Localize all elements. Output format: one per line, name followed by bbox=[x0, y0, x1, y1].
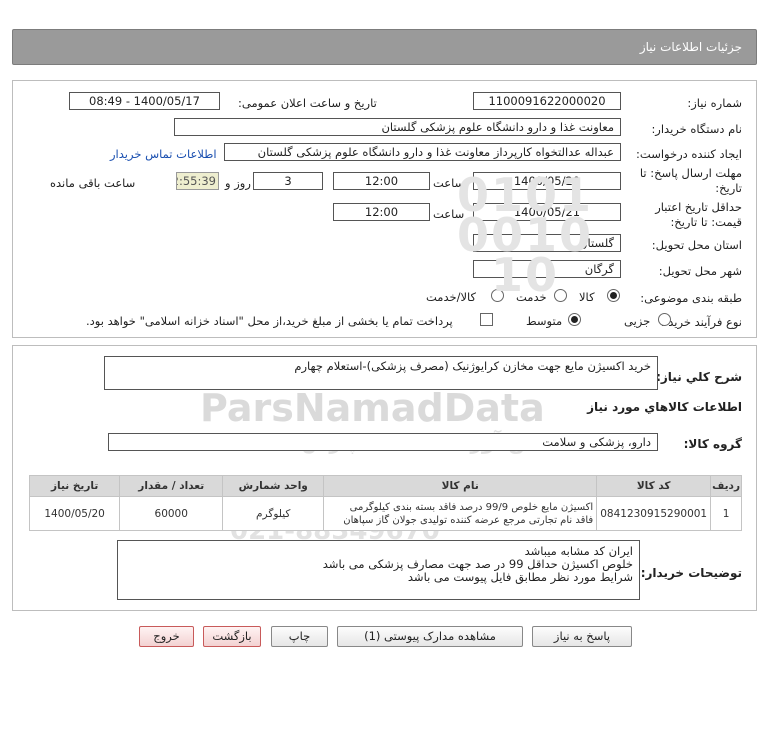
back-button[interactable]: بازگشت bbox=[203, 626, 261, 647]
validity-time-field: 12:00 bbox=[333, 203, 430, 221]
process-option-minor: جزیی bbox=[624, 314, 651, 328]
buyer-contact-link[interactable]: اطلاعات تماس خریدار bbox=[110, 147, 217, 161]
category-radio-goods-service[interactable] bbox=[491, 289, 504, 302]
goods-table: ردیف کد کالا نام کالا واحد شمارش تعداد /… bbox=[28, 475, 742, 531]
attachments-button[interactable]: مشاهده مدارک پیوستی (1) bbox=[337, 626, 523, 647]
cell-name-line1: اکسیژن مایع خلوص 99/9 درصد فاقد بسته بند… bbox=[349, 501, 594, 513]
cell-name: اکسیژن مایع خلوص 99/9 درصد فاقد بسته بند… bbox=[323, 496, 598, 531]
col-date: تاریخ نیاز bbox=[28, 475, 121, 497]
treasury-checkbox[interactable] bbox=[480, 313, 493, 326]
province-label: استان محل تحویل: bbox=[651, 238, 742, 252]
days-label: روز و bbox=[225, 176, 251, 190]
announce-label: تاریخ و ساعت اعلان عمومی: bbox=[238, 96, 377, 110]
remaining-time-clock: 02:55:39 bbox=[176, 172, 219, 190]
col-row: ردیف bbox=[710, 475, 742, 497]
validity-label-2: قیمت: تا تاریخ: bbox=[670, 215, 742, 229]
cell-name-line2: فاقد نام تجارتی مرجع عرضه کننده تولیدی ج… bbox=[343, 514, 594, 526]
deadline-time-label: ساعت bbox=[433, 176, 465, 190]
category-radio-service[interactable] bbox=[554, 289, 567, 302]
exit-button[interactable]: خروج bbox=[139, 626, 194, 647]
cell-row: 1 bbox=[710, 496, 742, 531]
city-label: شهر محل تحویل: bbox=[658, 264, 742, 278]
col-unit: واحد شمارش bbox=[222, 475, 325, 497]
creator-field: عبداله عدالتخواه کارپرداز معاونت غذا و د… bbox=[224, 143, 621, 161]
col-code: کد کالا bbox=[596, 475, 712, 497]
process-radio-minor[interactable] bbox=[658, 313, 671, 326]
buyer-org-field: معاونت غذا و دارو دانشگاه علوم پزشکی گلس… bbox=[174, 118, 621, 136]
treasury-note: پرداخت تمام یا بخشی از مبلغ خرید،از محل … bbox=[86, 314, 453, 328]
creator-label: ایجاد کننده درخواست: bbox=[636, 147, 742, 161]
category-label: طبقه بندی موضوعی: bbox=[640, 291, 742, 305]
buyer-desc-field: ایران کد مشابه میباشد خلوص اکسیژن حداقل … bbox=[117, 540, 640, 600]
process-label: نوع فرآیند خرید : bbox=[660, 315, 742, 329]
province-field: گلستان bbox=[473, 234, 621, 252]
page-title: جزئیات اطلاعات نیاز bbox=[639, 40, 742, 54]
goods-group-label: گروه کالا: bbox=[683, 437, 742, 451]
need-number-field: 1100091622000020 bbox=[473, 92, 621, 110]
validity-date-field: 1400/05/21 bbox=[473, 203, 621, 221]
announce-datetime-field: 1400/05/17 - 08:49 bbox=[69, 92, 220, 110]
cell-unit: کیلوگرم bbox=[222, 496, 325, 531]
category-option-service: خدمت bbox=[516, 290, 547, 304]
goods-section-title: اطلاعات کالاهاي مورد نياز bbox=[587, 400, 742, 414]
buyer-desc-label: توضیحات خریدار: bbox=[640, 566, 742, 580]
cell-code: 0841230915290001 bbox=[596, 496, 712, 531]
need-number-label: شماره نیاز: bbox=[687, 96, 742, 110]
deadline-label-2: تاریخ: bbox=[715, 181, 742, 195]
page-header: جزئیات اطلاعات نیاز bbox=[12, 29, 757, 65]
goods-group-field: دارو، پزشکی و سلامت bbox=[108, 433, 658, 451]
validity-time-label: ساعت bbox=[433, 207, 465, 221]
summary-field: خرید اکسیژن مایع جهت مخازن کرایوژنیک (مص… bbox=[104, 356, 658, 390]
deadline-label: مهلت ارسال پاسخ: تا bbox=[639, 166, 742, 180]
cell-date: 1400/05/20 bbox=[28, 496, 121, 531]
process-radio-medium[interactable] bbox=[568, 313, 581, 326]
buyer-org-label: نام دستگاه خریدار: bbox=[651, 122, 742, 136]
days-remaining-field: 3 bbox=[253, 172, 323, 190]
city-field: گرگان bbox=[473, 260, 621, 278]
table-row: 1 0841230915290001 اکسیژن مایع خلوص 99/9… bbox=[28, 496, 742, 531]
deadline-time-field: 12:00 bbox=[333, 172, 430, 190]
print-button[interactable]: چاپ bbox=[271, 626, 328, 647]
category-option-goods: کالا bbox=[579, 290, 595, 304]
reply-button[interactable]: پاسخ به نیاز bbox=[532, 626, 632, 647]
cell-qty: 60000 bbox=[119, 496, 224, 531]
buyer-desc-line: شرایط مورد نظر مطابق فایل پیوست می باشد bbox=[407, 570, 633, 584]
deadline-date-field: 1400/05/20 bbox=[473, 172, 621, 190]
process-option-medium: متوسط bbox=[526, 314, 563, 328]
remaining-time-label: ساعت باقی مانده bbox=[50, 176, 136, 190]
validity-label: حداقل تاریخ اعتبار bbox=[655, 200, 742, 214]
col-name: نام کالا bbox=[323, 475, 598, 497]
category-radio-goods[interactable] bbox=[607, 289, 620, 302]
category-option-goods-service: کالا/خدمت bbox=[426, 290, 477, 304]
col-qty: تعداد / مقدار bbox=[119, 475, 224, 497]
summary-label: شرح کلي نياز: bbox=[656, 370, 742, 384]
